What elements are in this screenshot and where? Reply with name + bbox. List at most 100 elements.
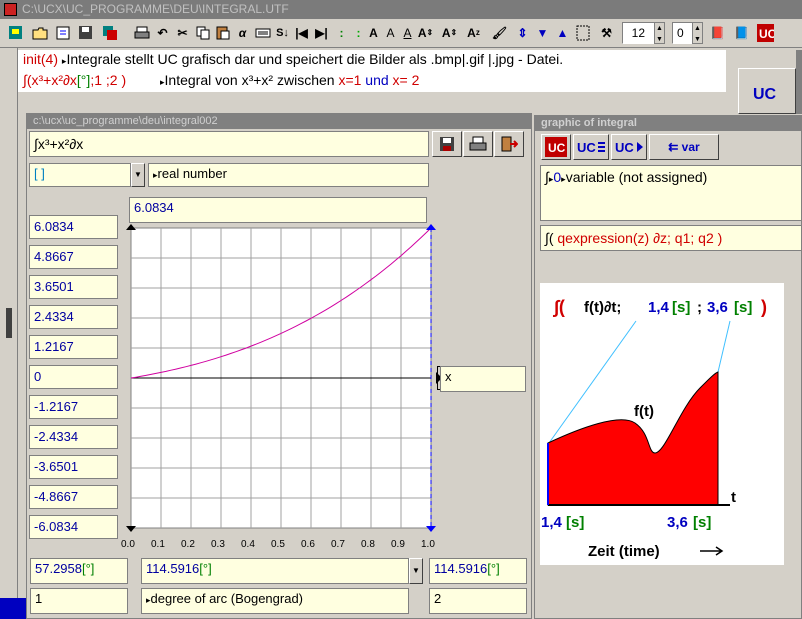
y-value-field[interactable]: -4.8667: [29, 485, 118, 509]
integral-expression: ∫(x³+x²∂x: [23, 72, 77, 88]
left-splitter-handle[interactable]: [6, 308, 12, 338]
book-icon[interactable]: 📕: [708, 22, 727, 43]
y-value-field[interactable]: -2.4334: [29, 425, 118, 449]
x-tick-label: 0.4: [241, 539, 255, 550]
variable-field[interactable]: ∫▸0▸variable (not assigned): [540, 165, 802, 221]
print-icon: [469, 136, 487, 151]
second-value: 0: [677, 26, 684, 40]
uc-menu-button[interactable]: UC: [738, 68, 796, 114]
uc-logo-icon[interactable]: UC: [756, 22, 775, 43]
integral-illustration: ∫( f(t)∂t; 1,4 [s] ; 3,6 [s] ) f(t) t 1,…: [540, 283, 784, 565]
top-value-field[interactable]: 6.0834: [129, 197, 427, 223]
svg-text:UC: UC: [759, 27, 774, 41]
lower-bound-field[interactable]: 57.2958[°]: [30, 558, 128, 584]
save-disk-icon[interactable]: [76, 22, 95, 43]
top-right-marker: [426, 224, 436, 230]
step-forward-icon[interactable]: ▶|: [312, 22, 331, 43]
upper-bound-field[interactable]: 114.5916[°]: [429, 558, 527, 584]
uc-arrow-button[interactable]: UC: [611, 134, 647, 160]
expression-field[interactable]: ∫x³+x²∂x: [29, 131, 429, 157]
illus-t-label: t: [731, 489, 736, 506]
command-scrollbar[interactable]: [796, 50, 802, 114]
y-value-field[interactable]: 0: [29, 365, 118, 389]
y-value-field[interactable]: 3.6501: [29, 275, 118, 299]
up-down-icon[interactable]: ⇕: [513, 22, 532, 43]
copy-icon[interactable]: [193, 22, 212, 43]
title-bar: C:\UCX\UC_PROGRAMME\DEU\INTEGRAL.UTF: [0, 0, 802, 19]
font-grow-icon[interactable]: A ⇕: [440, 22, 459, 43]
step-back-icon[interactable]: |◀: [292, 22, 311, 43]
x-label-field[interactable]: x: [440, 366, 526, 392]
paste-icon[interactable]: [213, 22, 232, 43]
uc-list-button[interactable]: UC: [573, 134, 609, 160]
illus-lower-value: 1,4: [648, 299, 670, 316]
exit-graph-button[interactable]: [494, 131, 524, 157]
var-button[interactable]: ⇇ var: [649, 134, 719, 160]
y-value-field[interactable]: -6.0834: [29, 515, 118, 539]
type-dropdown-button[interactable]: ▼: [131, 163, 145, 187]
cut-icon[interactable]: ✂: [173, 22, 192, 43]
upper-count-field[interactable]: 2: [429, 588, 527, 614]
integral-illustration-svg: ∫( f(t)∂t; 1,4 [s] ; 3,6 [s] ) f(t) t 1,…: [541, 297, 767, 560]
integral-template-field[interactable]: ∫( qexpression(z) ∂z; q1; q2 ): [540, 225, 802, 251]
type-select[interactable]: [ ]: [29, 163, 131, 187]
font-size-value: 12: [631, 26, 645, 40]
save-as-icon[interactable]: [54, 22, 73, 43]
command-fn: init(4): [23, 51, 59, 67]
y-value-field[interactable]: 2.4334: [29, 305, 118, 329]
toolbar: ↶ ✂ α S↓ |◀ ▶| : : A A A A ⇕ A ⇕ Az 🖌 ⇕ ▼ …: [0, 19, 802, 48]
template-bounds: ∂z; q1; q2 ): [653, 230, 723, 246]
x-tick-label: 0.5: [271, 539, 285, 550]
print-graph-button[interactable]: [463, 131, 493, 157]
y-value-field[interactable]: 6.0834: [29, 215, 118, 239]
svg-text:UC: UC: [753, 86, 777, 103]
illus-right-val: 3,6: [667, 514, 688, 531]
arrow-top-icon[interactable]: ▲: [553, 22, 572, 43]
range-field[interactable]: 114.5916[°]: [141, 558, 409, 584]
illus-left-val: 1,4: [541, 514, 563, 531]
illus-lower-unit: [s]: [672, 299, 690, 316]
illus-integral-close: ): [761, 297, 767, 317]
integral-upper: x= 2: [392, 72, 420, 88]
var-label: var: [681, 140, 700, 154]
book-pen-icon[interactable]: 📘: [732, 22, 751, 43]
illus-curve-label: f(t): [634, 403, 654, 420]
undo-icon[interactable]: ↶: [153, 22, 172, 43]
integral-description: Integral von x³+x² zwischen: [164, 72, 339, 88]
command-area[interactable]: init(4) ▸Integrale stellt UC grafisch da…: [18, 50, 726, 92]
integral-unit: [°]: [76, 72, 91, 88]
save-all-icon[interactable]: [100, 22, 119, 43]
uc-red-button[interactable]: UC: [541, 134, 571, 160]
alpha-icon[interactable]: α: [233, 22, 252, 43]
y-value-field[interactable]: -1.2167: [29, 395, 118, 419]
program-icon[interactable]: [6, 22, 25, 43]
font-size-up-icon[interactable]: A ⇕: [416, 22, 435, 43]
brush-icon[interactable]: 🖌: [490, 22, 509, 43]
range-dropdown-button[interactable]: ▼: [409, 558, 423, 584]
open-folder-icon[interactable]: [30, 22, 49, 43]
y-value-field[interactable]: -3.6501: [29, 455, 118, 479]
font-underline-a-icon[interactable]: A: [398, 22, 417, 43]
font-shrink-icon[interactable]: Az: [464, 22, 483, 43]
save-graph-button[interactable]: [432, 131, 462, 157]
y-value-field[interactable]: 4.8667: [29, 245, 118, 269]
uc-logo-icon: UC: [545, 137, 567, 157]
command-description: Integrale stellt UC grafisch dar und spe…: [66, 51, 564, 67]
svg-text:UC: UC: [615, 140, 634, 155]
variable-status: variable (not assigned): [565, 169, 708, 185]
font-size-spinner[interactable]: ▲ ▼: [654, 22, 665, 44]
arrow-down-icon[interactable]: ▼: [533, 22, 552, 43]
taskbar-fragment: [0, 598, 26, 619]
y-value-field[interactable]: 1.2167: [29, 335, 118, 359]
svg-text:UC: UC: [548, 141, 566, 155]
s-down-icon[interactable]: S↓: [273, 22, 292, 43]
keyboard-icon[interactable]: [253, 22, 272, 43]
window-title: C:\UCX\UC_PROGRAMME\DEU\INTEGRAL.UTF: [22, 2, 289, 16]
tools-icon[interactable]: ⚒: [597, 22, 616, 43]
lower-count-field[interactable]: 1: [30, 588, 128, 614]
frame-icon[interactable]: [573, 22, 592, 43]
uc-list-icon: UC: [577, 140, 605, 155]
integral-window-title: graphic of integral: [535, 116, 801, 131]
second-value-spinner[interactable]: ▲ ▼: [692, 22, 703, 44]
print-icon[interactable]: [132, 22, 151, 43]
